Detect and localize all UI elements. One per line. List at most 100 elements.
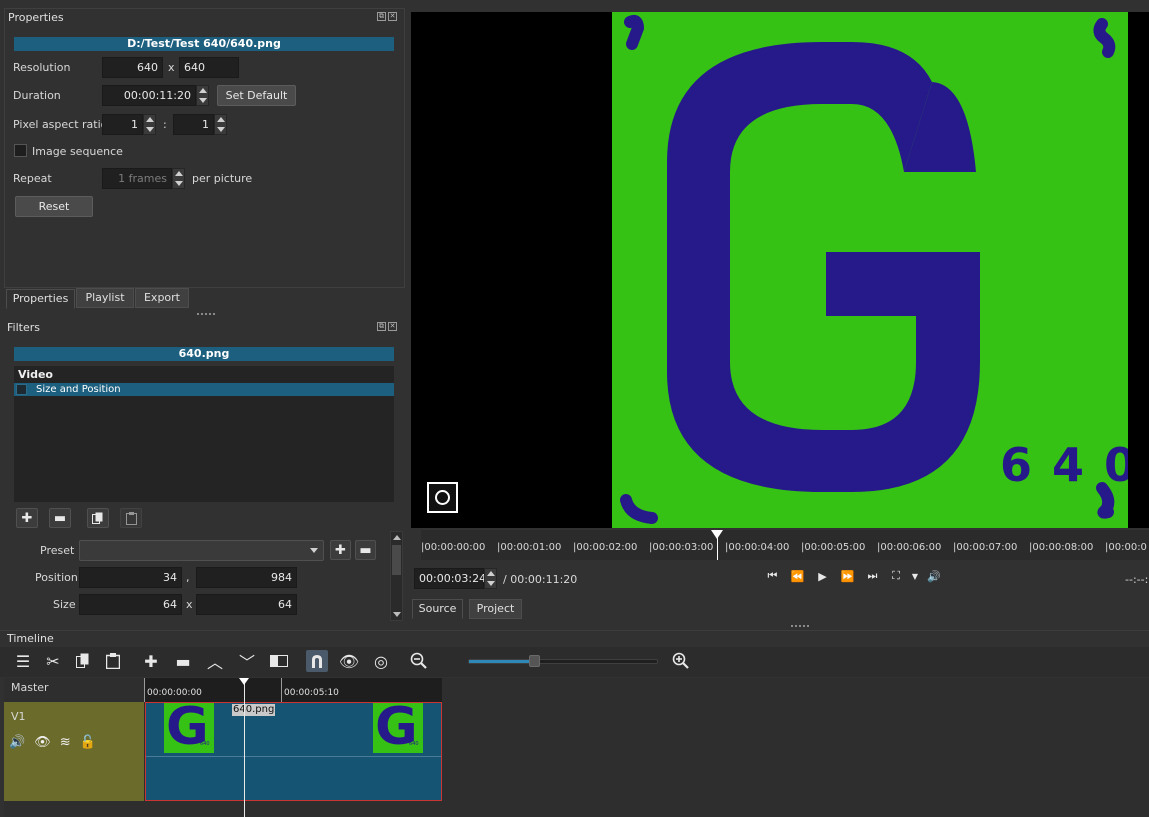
remove-icon[interactable]: ▬	[172, 650, 194, 672]
close-icon[interactable]: ✕	[388, 12, 397, 21]
timeline-ruler[interactable]: 00:00:00:00 00:00:05:10	[144, 678, 442, 702]
reset-button[interactable]: Reset	[15, 196, 93, 217]
copy-filter-button[interactable]	[87, 508, 109, 528]
chevron-down-icon	[310, 548, 318, 553]
preset-dropdown[interactable]	[79, 540, 324, 561]
paste-icon[interactable]	[102, 650, 124, 672]
par-denominator-stepper[interactable]	[214, 114, 227, 135]
zoom-out-icon[interactable]	[408, 650, 430, 672]
timeline-playhead-marker[interactable]	[239, 678, 249, 685]
resolution-label: Resolution	[13, 61, 71, 74]
tab-source[interactable]: Source	[412, 599, 463, 619]
resolution-width-field[interactable]: 640	[102, 57, 163, 78]
size-width-field[interactable]: 64	[79, 594, 182, 615]
filter-item-label[interactable]: Size and Position	[36, 384, 121, 395]
scrub-icon[interactable]: 👁	[338, 650, 360, 672]
master-label: Master	[11, 681, 49, 694]
total-time-label: / 00:00:11:20	[503, 573, 578, 586]
per-picture-label: per picture	[192, 172, 253, 185]
menu-icon[interactable]: ☰	[12, 650, 34, 672]
hide-icon[interactable]: 👁	[34, 735, 51, 750]
lift-icon[interactable]: ︿	[204, 650, 226, 672]
lock-icon[interactable]: 🔓	[80, 735, 96, 750]
composite-icon[interactable]: ≋	[60, 735, 71, 750]
tab-project[interactable]: Project	[469, 599, 522, 619]
zoom-slider[interactable]	[468, 655, 658, 667]
par-denominator-field[interactable]: 1	[173, 114, 214, 135]
scroll-thumb[interactable]	[392, 545, 401, 575]
clip-label: 640.png	[232, 704, 276, 716]
par-numerator-field[interactable]: 1	[102, 114, 143, 135]
tab-properties[interactable]: Properties	[6, 289, 75, 309]
clip[interactable]: G 640 G 640 640.png	[145, 702, 442, 801]
append-icon[interactable]: ✚	[140, 650, 162, 672]
play-icon[interactable]: ▶	[814, 570, 831, 583]
ripple-icon[interactable]: ◎	[370, 650, 392, 672]
position-x-field[interactable]: 34	[79, 567, 182, 588]
repeat-stepper[interactable]	[172, 168, 185, 189]
par-numerator-stepper[interactable]	[143, 114, 156, 135]
viewer-ruler-label: |00:00:03:00	[649, 542, 714, 553]
cut-icon[interactable]: ✂	[42, 650, 64, 672]
chevron-down-icon[interactable]: ▼	[911, 572, 919, 581]
viewer-ruler-label: |00:00:05:00	[801, 542, 866, 553]
rewind-icon[interactable]: ⏪	[789, 570, 806, 583]
position-y-field[interactable]: 984	[196, 567, 297, 588]
splitter-handle[interactable]	[197, 313, 215, 315]
duration-field[interactable]: 00:00:11:20	[102, 85, 196, 106]
add-preset-button[interactable]: ✚	[330, 540, 351, 560]
mute-icon[interactable]: 🔊	[9, 735, 25, 750]
scope-toggle-icon[interactable]	[427, 482, 458, 513]
zoom-in-icon[interactable]	[670, 650, 692, 672]
ruler-label-start: 00:00:00:00	[147, 688, 202, 698]
image-caption-text: 6 4 0	[1000, 438, 1128, 492]
viewer-playhead-marker[interactable]	[711, 530, 723, 539]
zoom-fit-icon[interactable]: ⛶	[889, 569, 903, 583]
current-time-stepper[interactable]	[484, 568, 497, 589]
copy-icon[interactable]	[72, 650, 94, 672]
resolution-height-field[interactable]: 640	[179, 57, 239, 78]
viewer-splitter-handle[interactable]	[791, 625, 809, 627]
split-icon[interactable]	[268, 650, 290, 672]
scroll-up-icon[interactable]	[393, 535, 401, 540]
tab-playlist[interactable]: Playlist	[76, 288, 134, 308]
file-path-header: D:/Test/Test 640/640.png	[14, 37, 394, 51]
ruler-tick	[281, 678, 282, 702]
float-icon[interactable]: ⧉	[377, 12, 386, 21]
par-separator: :	[163, 118, 167, 131]
viewer-ruler-labels: |00:00:00:00 |00:00:01:00 |00:00:02:00 |00:…	[421, 542, 1149, 558]
timeline-divider	[0, 630, 1149, 631]
current-time-field[interactable]: 00:00:03:24	[414, 568, 486, 589]
clip-divider	[146, 756, 441, 757]
repeat-field[interactable]: 1 frames	[102, 168, 172, 189]
tab-export[interactable]: Export	[135, 288, 189, 308]
skip-next-icon[interactable]: ⏭	[864, 569, 881, 583]
float-icon[interactable]: ⧉	[377, 322, 386, 331]
remove-filter-button[interactable]: ▬	[49, 508, 71, 528]
paste-filter-button[interactable]	[120, 508, 142, 528]
filter-scrollbar[interactable]	[390, 531, 403, 621]
overwrite-icon[interactable]: ﹀	[236, 650, 258, 672]
fast-forward-icon[interactable]: ⏩	[839, 570, 856, 583]
volume-icon[interactable]: 🔊	[927, 570, 941, 583]
size-height-field[interactable]: 64	[196, 594, 297, 615]
skip-previous-icon[interactable]: ⏮	[764, 569, 781, 583]
size-separator: x	[186, 598, 193, 611]
zoom-slider-fill	[469, 660, 533, 663]
timeline-playhead[interactable]	[244, 678, 245, 817]
viewer-ruler[interactable]: |00:00:00:00 |00:00:01:00 |00:00:02:00 |00:…	[421, 530, 1149, 560]
duration-stepper[interactable]	[196, 85, 209, 106]
close-icon[interactable]: ✕	[388, 322, 397, 331]
filter-item-checkbox[interactable]	[16, 384, 27, 395]
viewer-ruler-label: |00:00:01:00	[497, 542, 562, 553]
clip-thumbnail-start: G 640	[164, 703, 214, 753]
zoom-slider-handle[interactable]	[529, 655, 540, 667]
snap-icon[interactable]	[306, 650, 328, 672]
set-default-button[interactable]: Set Default	[217, 85, 296, 106]
viewer-ruler-label: |00:00:00:00	[421, 542, 486, 553]
image-sequence-checkbox[interactable]	[14, 144, 27, 157]
scroll-down-icon[interactable]	[393, 612, 401, 617]
remove-preset-button[interactable]: ▬	[355, 540, 376, 560]
filters-title: Filters	[7, 321, 40, 334]
add-filter-button[interactable]: ✚	[16, 508, 38, 528]
